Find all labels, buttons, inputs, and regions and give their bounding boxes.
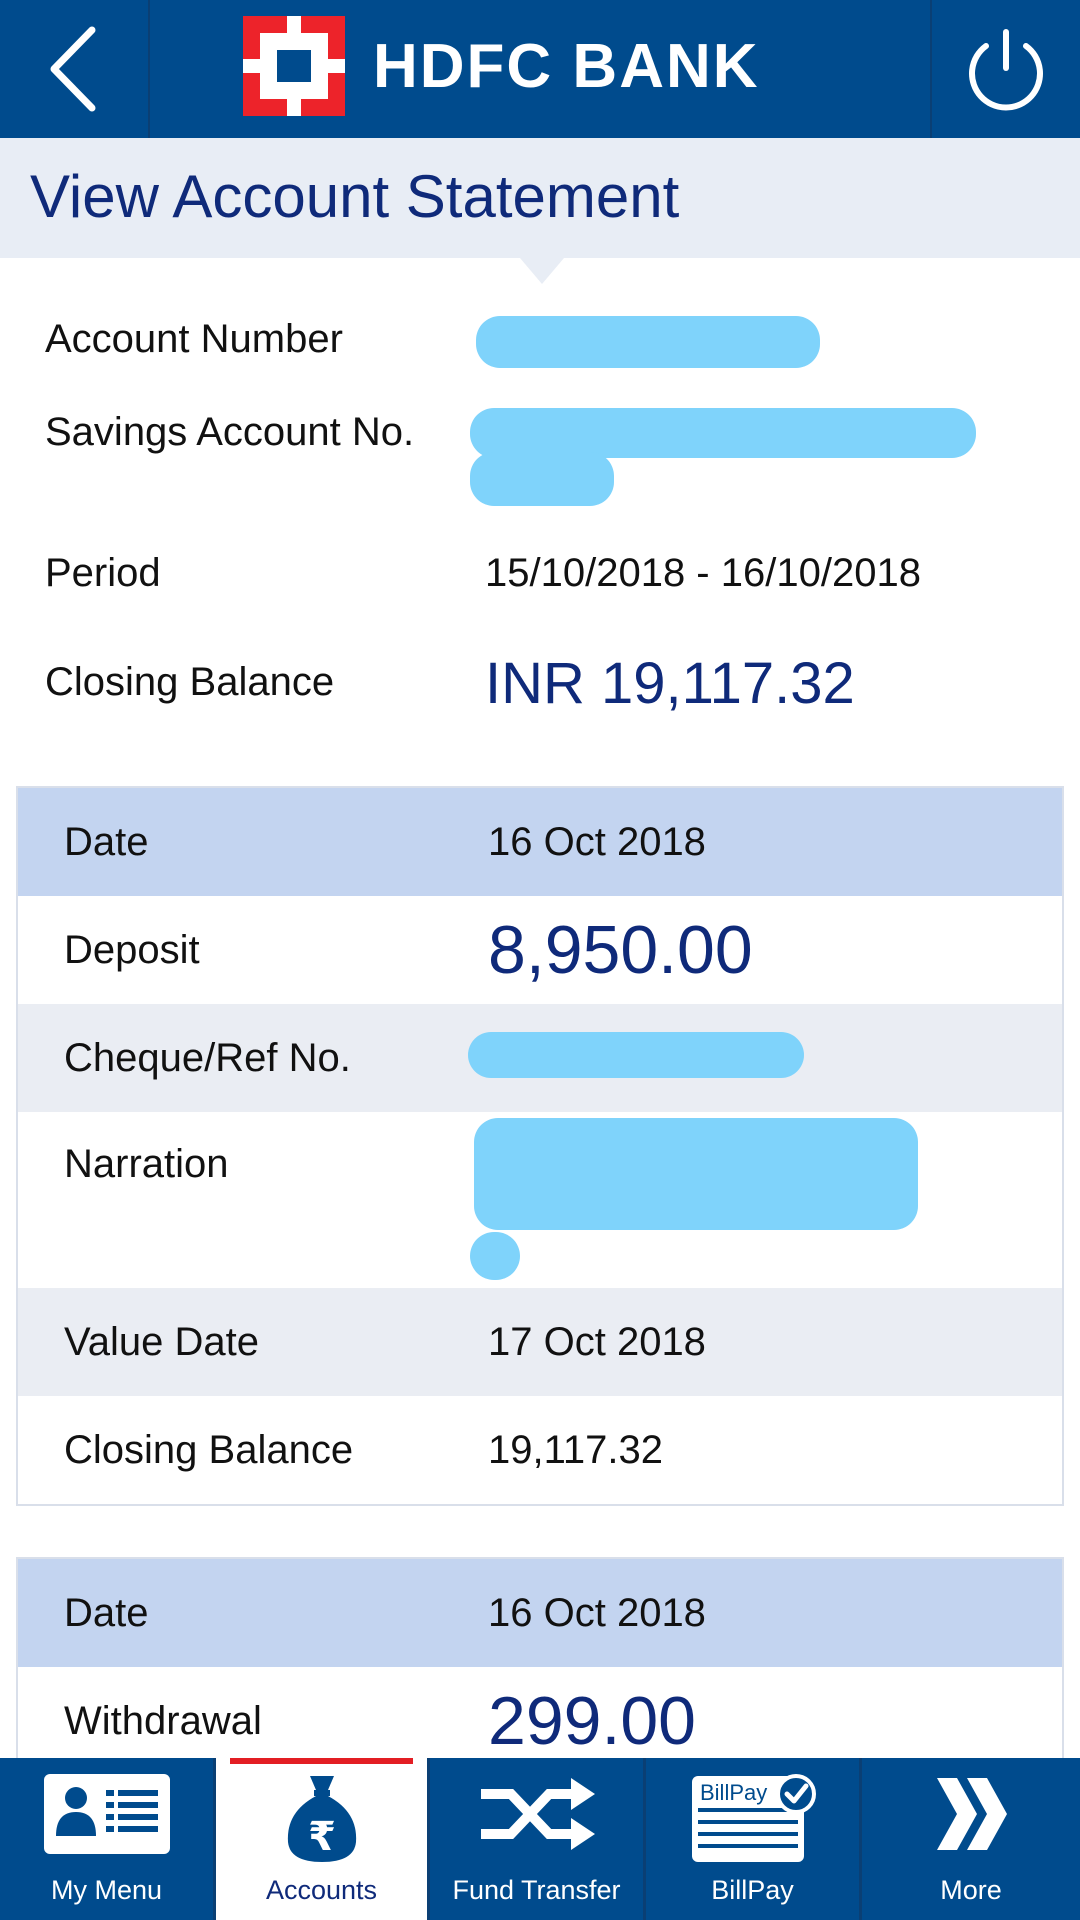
transaction-amount-row: Deposit 8,950.00 xyxy=(18,896,1062,1004)
date-value: 16 Oct 2018 xyxy=(488,819,706,864)
transaction-narration-row: Narration xyxy=(18,1112,1062,1288)
svg-text:₹: ₹ xyxy=(308,1814,336,1860)
account-type-label: Savings Account No. xyxy=(45,410,415,454)
transaction-date-row: Date 16 Oct 2018 xyxy=(18,788,1062,896)
svg-text:BillPay: BillPay xyxy=(700,1780,767,1805)
value-date-value: 17 Oct 2018 xyxy=(488,1319,706,1364)
narration-redaction-2 xyxy=(470,1232,520,1280)
withdrawal-amount: 299.00 xyxy=(488,1683,696,1759)
transaction-ref-row: Cheque/Ref No. xyxy=(18,1004,1062,1112)
transaction-card: Date 16 Oct 2018 Deposit 8,950.00 Cheque… xyxy=(16,786,1064,1506)
nav-label: More xyxy=(940,1875,1002,1905)
chevron-left-icon xyxy=(50,26,96,112)
transaction-balance-row: Closing Balance 19,117.32 xyxy=(18,1396,1062,1504)
closing-balance-value: INR 19,117.32 xyxy=(485,651,855,716)
double-chevron-right-icon xyxy=(937,1778,1007,1850)
deposit-label: Deposit xyxy=(64,927,200,972)
narration-redaction xyxy=(474,1118,918,1230)
transaction-card: Date 16 Oct 2018 Withdrawal 299.00 xyxy=(16,1557,1064,1767)
value-date-label: Value Date xyxy=(64,1319,259,1364)
date-value: 16 Oct 2018 xyxy=(488,1590,706,1635)
transaction-amount-row: Withdrawal 299.00 xyxy=(18,1667,1062,1765)
withdrawal-label: Withdrawal xyxy=(64,1698,262,1743)
bank-brand: HDFC BANK xyxy=(243,16,760,116)
row-closing-balance-label: Closing Balance xyxy=(64,1427,354,1472)
page-title: View Account Statement xyxy=(30,163,680,230)
row-closing-balance-value: 19,117.32 xyxy=(488,1427,663,1472)
cheque-ref-label: Cheque/Ref No. xyxy=(64,1035,351,1080)
logout-button[interactable] xyxy=(930,0,1080,138)
closing-balance-label: Closing Balance xyxy=(45,660,335,704)
narration-label: Narration xyxy=(64,1142,229,1186)
nav-label: BillPay xyxy=(711,1875,794,1905)
shuffle-arrows-icon xyxy=(480,1778,595,1850)
cheque-ref-redaction xyxy=(468,1032,804,1078)
page-title-band: View Account Statement xyxy=(0,138,1080,258)
nav-item-accounts[interactable]: ₹ Accounts xyxy=(216,1758,430,1920)
nav-label: My Menu xyxy=(50,1875,163,1905)
account-number-redaction xyxy=(476,316,820,368)
nav-item-more[interactable]: More xyxy=(862,1758,1080,1920)
rupee-money-bag-icon: ₹ xyxy=(287,1776,356,1862)
nav-label: Accounts xyxy=(265,1875,378,1905)
period-value: 15/10/2018 - 16/10/2018 xyxy=(485,551,921,595)
period-label: Period xyxy=(45,551,161,595)
nav-label: Fund Transfer xyxy=(452,1875,621,1905)
transaction-value-date-row: Value Date 17 Oct 2018 xyxy=(18,1288,1062,1396)
hdfc-logo-icon xyxy=(243,16,345,116)
bank-name: HDFC BANK xyxy=(373,31,760,101)
nav-item-billpay[interactable]: BillPay BillPay xyxy=(646,1758,862,1920)
nav-item-fund-transfer[interactable]: Fund Transfer xyxy=(430,1758,646,1920)
date-label: Date xyxy=(64,819,149,864)
title-pointer xyxy=(520,258,564,284)
date-label: Date xyxy=(64,1590,149,1635)
power-icon xyxy=(969,29,1043,111)
contact-card-icon xyxy=(43,1774,170,1854)
deposit-amount: 8,950.00 xyxy=(488,912,753,988)
account-no-redaction xyxy=(470,408,976,458)
transaction-date-row: Date 16 Oct 2018 xyxy=(18,1559,1062,1667)
bottom-nav: My Menu ₹ Accounts Fund Transfer BillPay… xyxy=(0,1758,1080,1920)
account-no-redaction-2 xyxy=(470,452,614,506)
back-button[interactable] xyxy=(0,0,150,138)
billpay-icon: BillPay xyxy=(691,1774,816,1862)
nav-item-my-menu[interactable]: My Menu xyxy=(0,1758,216,1920)
app-header: HDFC BANK xyxy=(0,0,1080,138)
account-number-label: Account Number xyxy=(45,317,343,361)
